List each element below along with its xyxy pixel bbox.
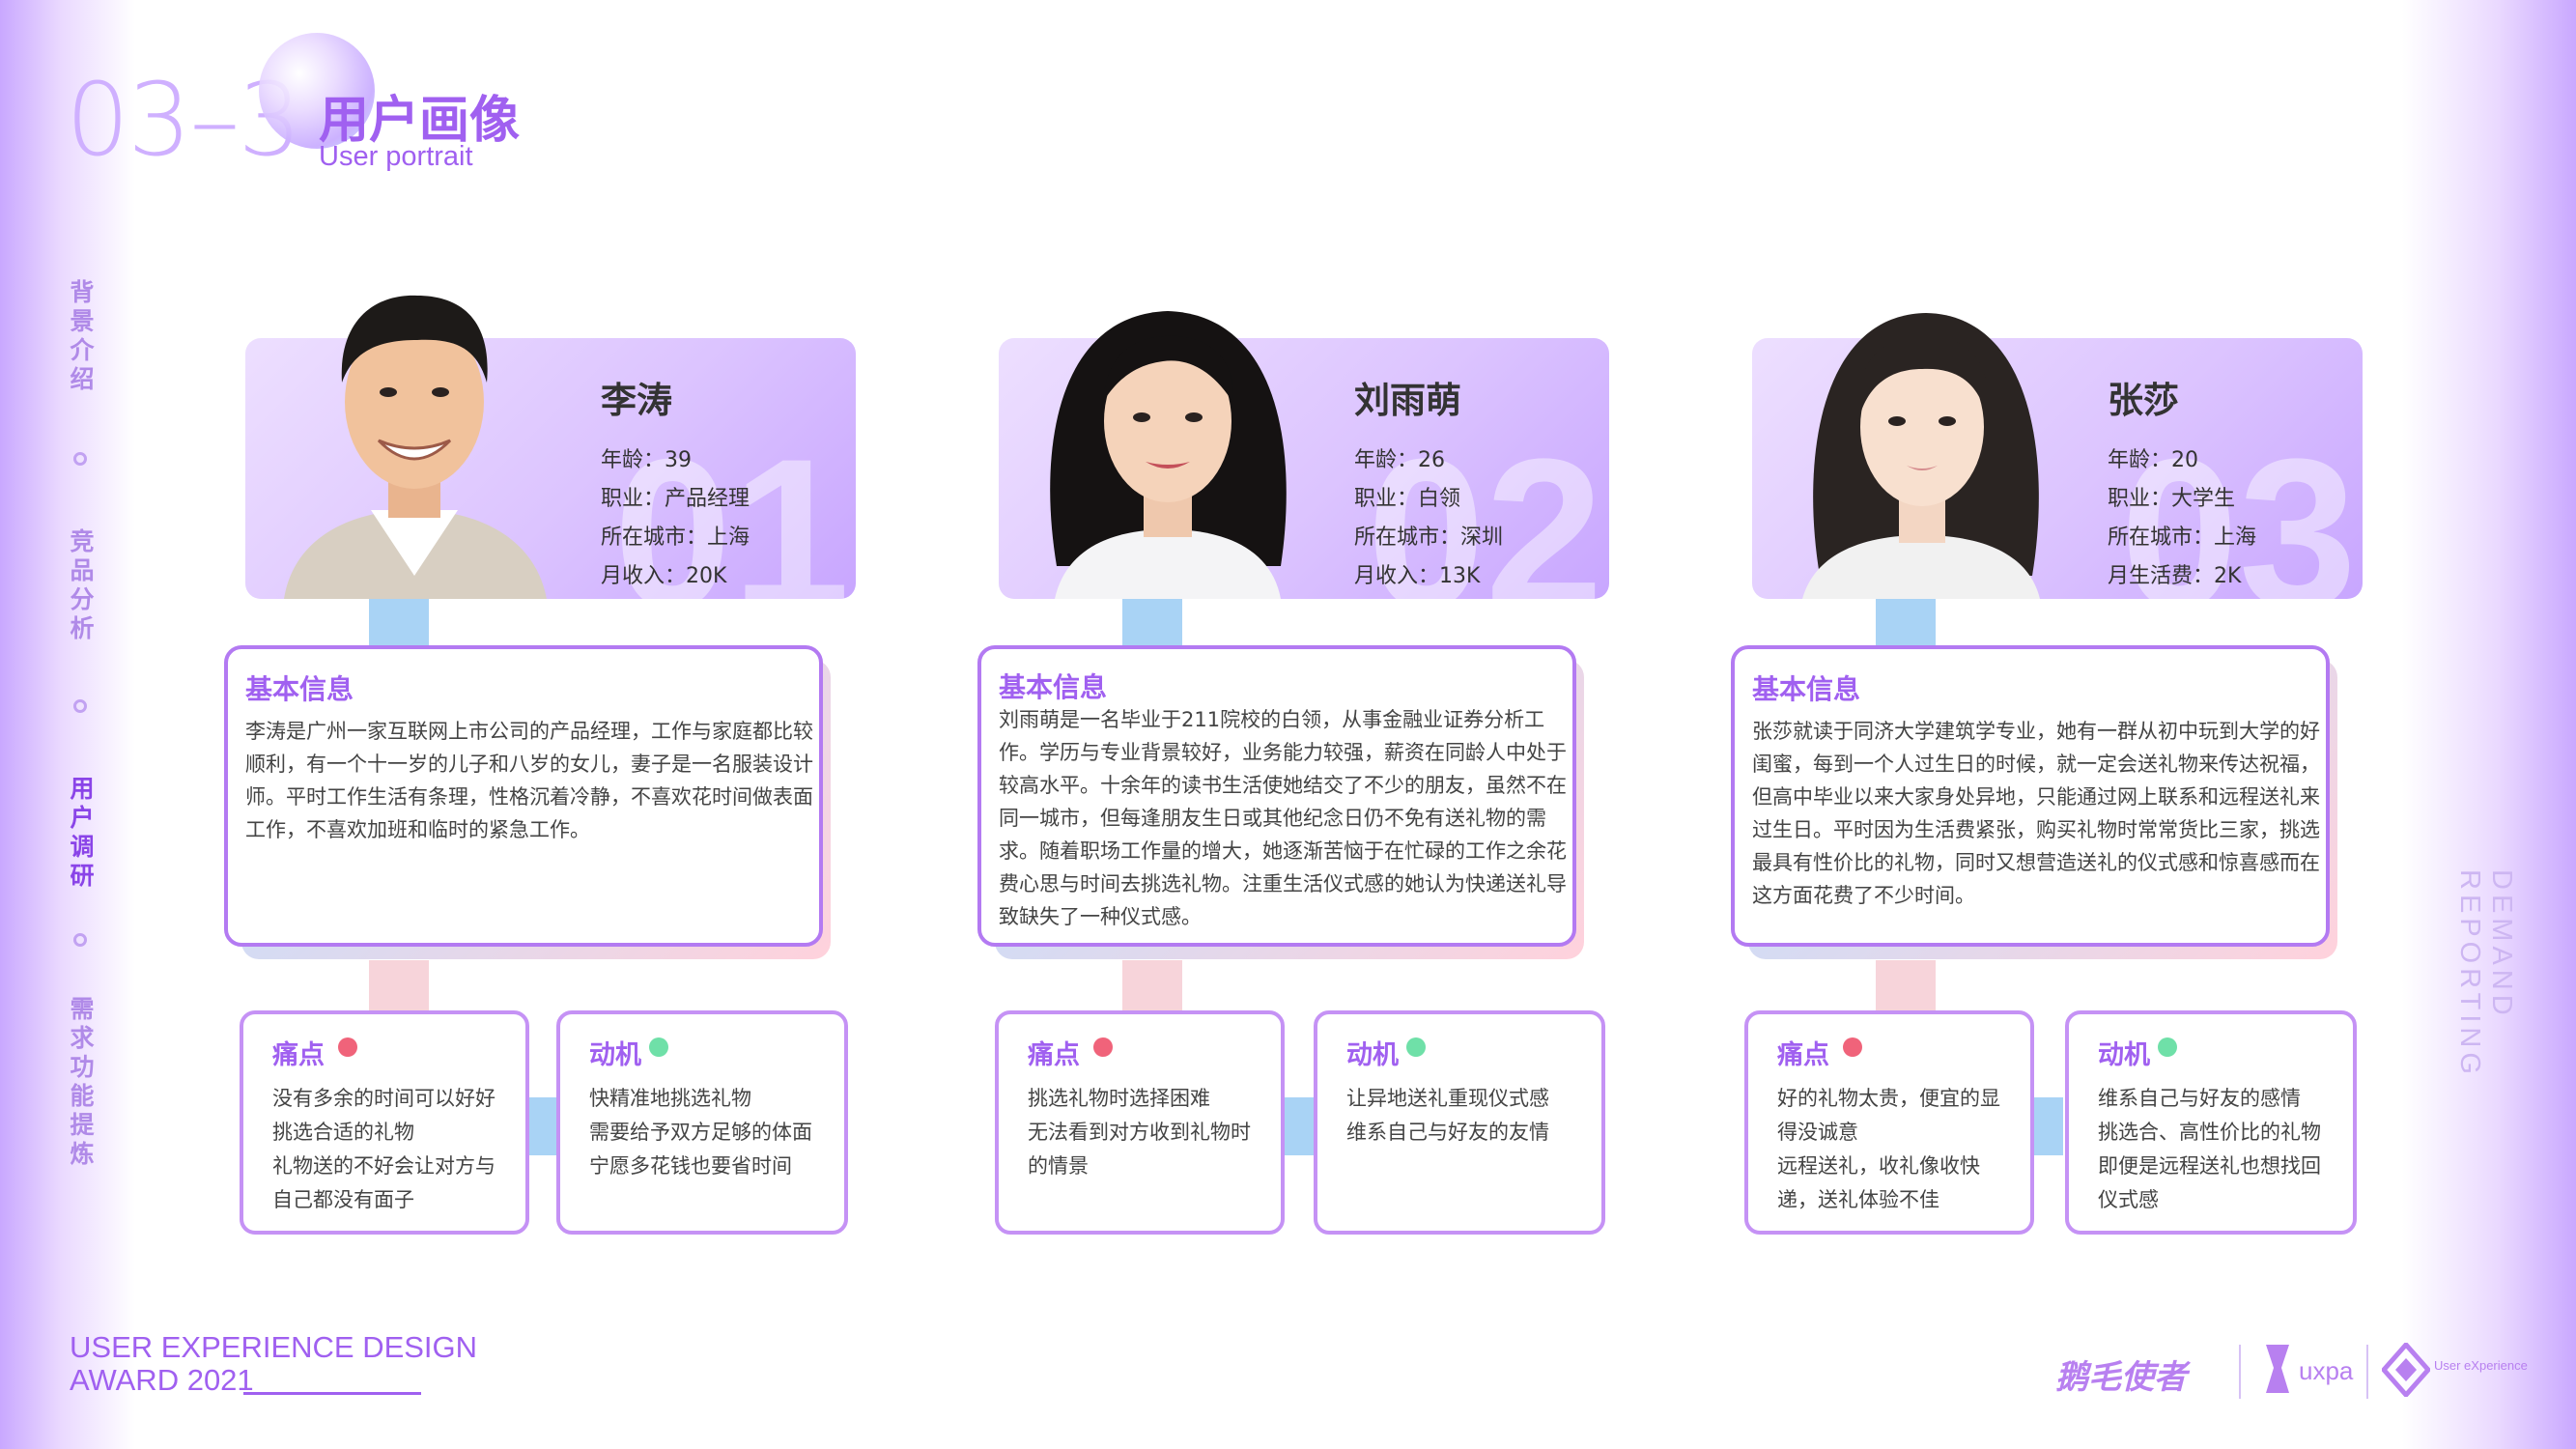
motive-text: 快精准地挑选礼物 需要给予双方足够的体面 宁愿多花钱也要省时间 xyxy=(589,1087,812,1178)
goose-messenger-logo: 鹅毛使者 xyxy=(2055,1358,2187,1397)
persona-city: 所在城市：上海 xyxy=(601,526,750,550)
uxpa-logo-icon xyxy=(2260,1341,2295,1401)
motive-dot-icon xyxy=(1406,1037,1426,1057)
motive-dot-icon xyxy=(2158,1037,2177,1057)
logo-divider xyxy=(2366,1345,2368,1399)
pain-text: 好的礼物太贵，便宜的显得没诚意 远程送礼，收礼像收快递，送礼体验不佳 xyxy=(1777,1087,2000,1211)
motive-text: 维系自己与好友的感情 挑选合、高性价比的礼物 即便是远程送礼也想找回仪式感 xyxy=(2098,1087,2321,1211)
motive-card: 动机 快精准地挑选礼物 需要给予双方足够的体面 宁愿多花钱也要省时间 xyxy=(556,1010,848,1235)
motive-title: 动机 xyxy=(2098,1040,2150,1070)
demand-reporting-label: DEMAND REPORTING xyxy=(2454,869,2517,1079)
info-title: 基本信息 xyxy=(999,671,1108,703)
nav-item-user-research[interactable]: 用户调研 xyxy=(68,775,97,891)
persona-card-1: 01 李涛 年龄：39 职业：产品经理 所在城市：上海 月收入：20K 基本信息… xyxy=(222,0,856,1256)
pain-point-card: 痛点 挑选礼物时选择困难 无法看到对方收到礼物时的情景 xyxy=(995,1010,1285,1235)
motive-text: 让异地送礼重现仪式感 维系自己与好友的友情 xyxy=(1346,1087,1549,1144)
basic-info-card: 基本信息 刘雨萌是一名毕业于211院校的白领，从事金融业证券分析工作。学历与专业… xyxy=(977,645,1576,947)
pain-text: 挑选礼物时选择困难 无法看到对方收到礼物时的情景 xyxy=(1028,1087,1251,1178)
nav-item-competitor[interactable]: 竞品分析 xyxy=(68,527,97,643)
persona-job: 职业：产品经理 xyxy=(601,487,750,511)
award-label: USER EXPERIENCE DESIGN AWARD 2021 xyxy=(70,1331,477,1397)
persona-name: 刘雨萌 xyxy=(1354,380,1461,421)
basic-info-card: 基本信息 张莎就读于同济大学建筑学专业，她有一群从初中玩到大学的好闺蜜，每到一个… xyxy=(1731,645,2330,947)
persona-age: 年龄：20 xyxy=(2108,448,2198,472)
award-line-1: USER EXPERIENCE DESIGN xyxy=(70,1330,478,1364)
info-text: 张莎就读于同济大学建筑学专业，她有一群从初中玩到大学的好闺蜜，每到一个人过生日的… xyxy=(1752,720,2320,907)
pain-title: 痛点 xyxy=(1777,1040,1829,1070)
nav-separator-dot xyxy=(73,699,87,713)
persona-card-3: 03 张莎 年龄：20 职业：大学生 所在城市：上海 月生活费：2K 基本信息 … xyxy=(1729,0,2363,1256)
info-title: 基本信息 xyxy=(1752,673,1861,705)
pain-title: 痛点 xyxy=(272,1040,325,1070)
avatar xyxy=(999,257,1337,599)
persona-age: 年龄：26 xyxy=(1354,448,1445,472)
basic-info-card: 基本信息 李涛是广州一家互联网上市公司的产品经理，工作与家庭都比较顺利，有一个十… xyxy=(224,645,823,947)
logo-divider xyxy=(2239,1345,2241,1399)
nav-separator-dot xyxy=(73,933,87,947)
persona-income: 月生活费：2K xyxy=(2108,564,2242,588)
left-edge-gradient xyxy=(0,0,135,1449)
motive-title: 动机 xyxy=(1346,1040,1399,1070)
connector-line xyxy=(369,599,429,645)
nav-item-background[interactable]: 背景介绍 xyxy=(68,278,97,394)
persona-job: 职业：白领 xyxy=(1354,487,1461,511)
user-experience-logo: User eXperience xyxy=(2434,1358,2528,1373)
persona-card-2: 02 刘雨萌 年龄：26 职业：白领 所在城市：深圳 月收入：13K 基本信息 … xyxy=(976,0,1609,1256)
connector-line xyxy=(1122,599,1182,645)
connector-line xyxy=(1876,599,1936,645)
mini-connector xyxy=(1285,1097,1314,1155)
persona-name: 李涛 xyxy=(601,380,672,421)
info-text: 李涛是广州一家互联网上市公司的产品经理，工作与家庭都比较顺利，有一个十一岁的儿子… xyxy=(245,720,813,841)
persona-city: 所在城市：上海 xyxy=(2108,526,2257,550)
pain-text: 没有多余的时间可以好好挑选合适的礼物 礼物送的不好会让对方与自己都没有面子 xyxy=(272,1087,495,1211)
pain-point-card: 痛点 没有多余的时间可以好好挑选合适的礼物 礼物送的不好会让对方与自己都没有面子 xyxy=(240,1010,529,1235)
avatar xyxy=(1752,257,2090,599)
pain-dot-icon xyxy=(338,1037,357,1057)
pain-dot-icon xyxy=(1843,1037,1862,1057)
persona-age: 年龄：39 xyxy=(601,448,692,472)
motive-card: 动机 让异地送礼重现仪式感 维系自己与好友的友情 xyxy=(1314,1010,1605,1235)
connector-line xyxy=(1876,960,1936,1010)
nav-separator-dot xyxy=(73,452,87,466)
info-text: 刘雨萌是一名毕业于211院校的白领，从事金融业证券分析工作。学历与专业背景较好，… xyxy=(999,708,1567,928)
persona-job: 职业：大学生 xyxy=(2108,487,2236,511)
pain-title: 痛点 xyxy=(1028,1040,1080,1070)
mini-connector xyxy=(2034,1097,2063,1155)
info-title: 基本信息 xyxy=(245,673,354,705)
avatar xyxy=(245,257,583,599)
pain-point-card: 痛点 好的礼物太贵，便宜的显得没诚意 远程送礼，收礼像收快递，送礼体验不佳 xyxy=(1744,1010,2034,1235)
uxpa-logo: uxpa xyxy=(2299,1356,2354,1385)
motive-title: 动机 xyxy=(589,1040,641,1070)
mini-connector xyxy=(529,1097,558,1155)
award-underline xyxy=(243,1392,421,1395)
persona-name: 张莎 xyxy=(2108,380,2179,421)
connector-line xyxy=(1122,960,1182,1010)
nav-item-requirements[interactable]: 需求功能提炼 xyxy=(68,995,97,1169)
ux-diamond-logo-icon xyxy=(2380,1341,2432,1401)
connector-line xyxy=(369,960,429,1010)
right-edge-gradient xyxy=(2402,0,2576,1449)
motive-dot-icon xyxy=(649,1037,668,1057)
persona-income: 月收入：13K xyxy=(1354,564,1481,588)
pain-dot-icon xyxy=(1093,1037,1113,1057)
persona-income: 月收入：20K xyxy=(601,564,727,588)
persona-city: 所在城市：深圳 xyxy=(1354,526,1504,550)
motive-card: 动机 维系自己与好友的感情 挑选合、高性价比的礼物 即便是远程送礼也想找回仪式感 xyxy=(2065,1010,2357,1235)
